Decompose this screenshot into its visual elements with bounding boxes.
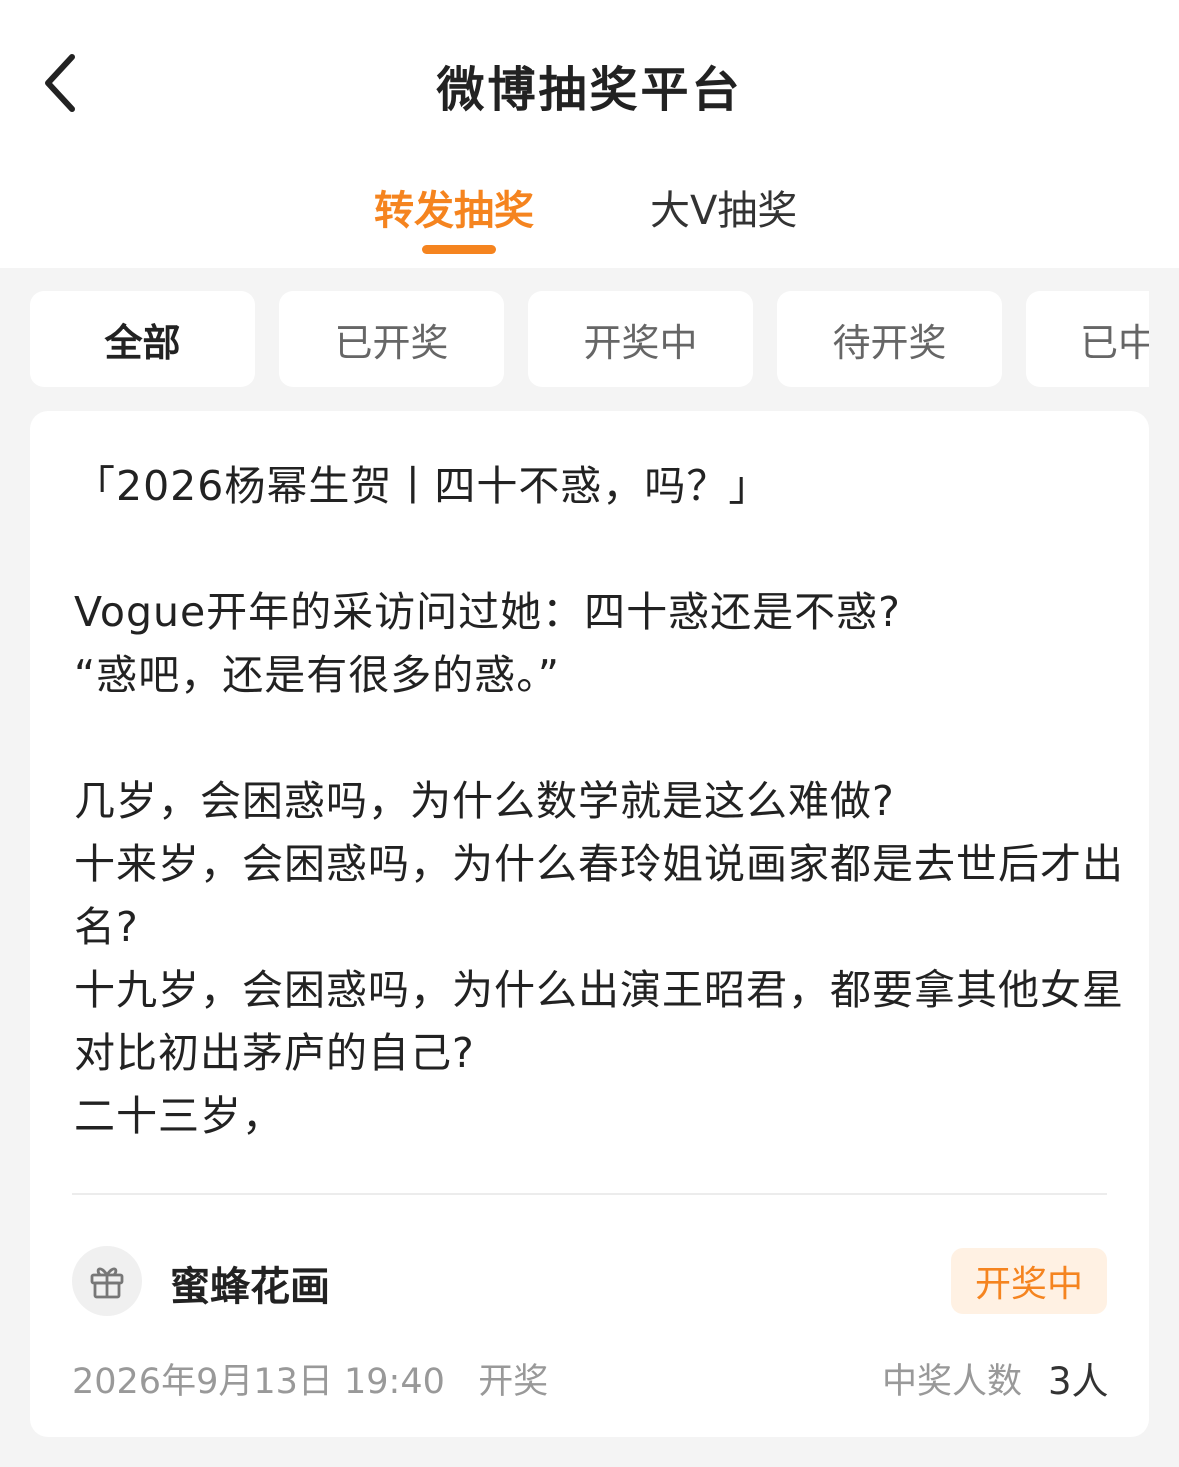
post-line: 二十三岁，	[74, 1092, 284, 1140]
post-blank-line	[74, 518, 1124, 581]
status-badge: 开奖中	[951, 1248, 1107, 1314]
page-title: 微博抽奖平台	[436, 62, 743, 118]
active-tab-indicator	[422, 245, 496, 254]
sponsor-avatar	[72, 1246, 142, 1316]
lottery-card[interactable]: 「2026杨幂生贺丨四十不惑，吗？」 Vogue开年的采访问过她：四十惑还是不惑…	[30, 411, 1149, 1437]
top-bar: 微博抽奖平台 转发抽奖 大V抽奖	[0, 0, 1179, 268]
tab-bigv-lottery[interactable]: 大V抽奖	[650, 178, 797, 236]
post-text: 「2026杨幂生贺丨四十不惑，吗？」 Vogue开年的采访问过她：四十惑还是不惑…	[74, 455, 1124, 1148]
filter-chip-all[interactable]: 全部	[30, 291, 255, 387]
winners-count: 3人	[1048, 1360, 1109, 1403]
post-line: 十九岁，会困惑吗，为什么出演王昭君，都要拿其他女星对比初出茅庐的自己?	[74, 966, 1124, 1077]
draw-time: 2026年9月13日 19:40 开奖	[72, 1353, 548, 1404]
filter-chip-drawn[interactable]: 已开奖	[279, 291, 504, 387]
gift-icon	[90, 1267, 124, 1299]
filter-bar: 全部 已开奖 开奖中 待开奖 已中	[30, 291, 1149, 387]
post-line: “惑吧，还是有很多的惑。”	[74, 651, 560, 699]
tab-repost-lottery[interactable]: 转发抽奖	[374, 178, 534, 236]
card-divider	[72, 1193, 1107, 1195]
post-line: 十来岁，会困惑吗，为什么春玲姐说画家都是去世后才出名?	[74, 840, 1124, 951]
filter-chip-drawing[interactable]: 开奖中	[528, 291, 753, 387]
draw-date: 2026年9月13日 19:40	[72, 1362, 445, 1402]
winners-label: 中奖人数	[882, 1362, 1023, 1402]
draw-suffix: 开奖	[478, 1362, 549, 1402]
filter-chip-won[interactable]: 已中	[1026, 291, 1149, 387]
post-blank-line	[74, 707, 1124, 770]
post-line: 几岁，会困惑吗，为什么数学就是这么难做?	[74, 777, 895, 825]
filter-chip-pending[interactable]: 待开奖	[777, 291, 1002, 387]
sponsor-name: 蜜蜂花画	[170, 1264, 330, 1310]
post-line: Vogue开年的采访问过她：四十惑还是不惑?	[74, 588, 901, 636]
post-line: 「2026杨幂生贺丨四十不惑，吗？」	[74, 462, 771, 510]
